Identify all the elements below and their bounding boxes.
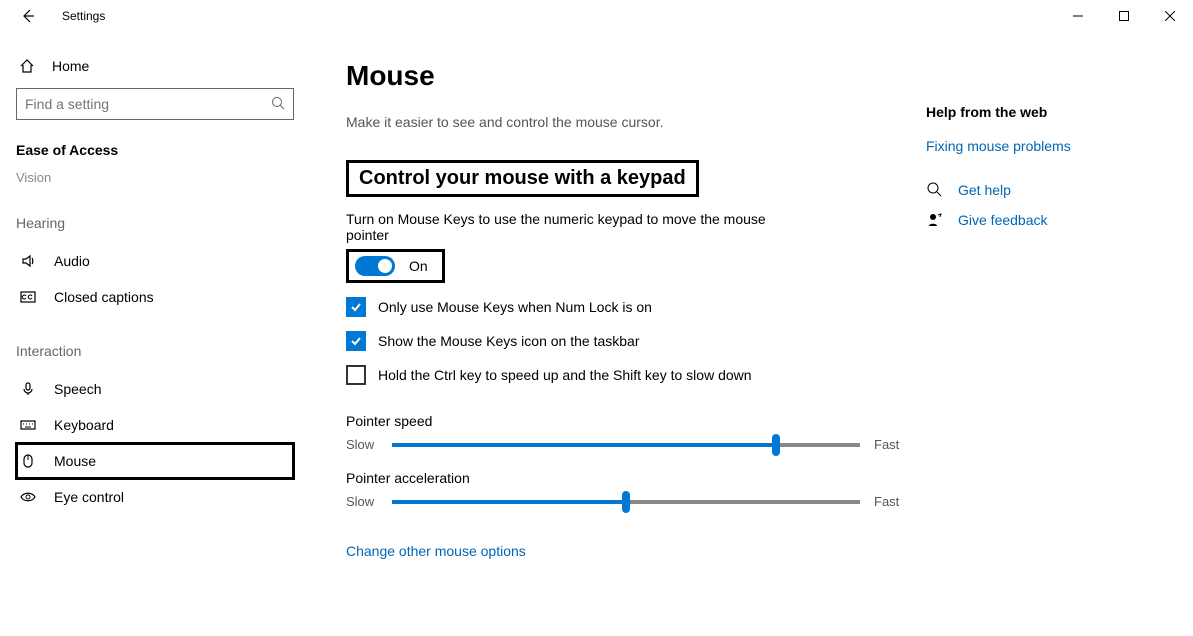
section-header: Control your mouse with a keypad xyxy=(346,160,699,197)
slider-thumb[interactable] xyxy=(622,491,630,513)
home-icon xyxy=(18,58,36,74)
keyboard-icon xyxy=(18,417,38,433)
minimize-button[interactable] xyxy=(1055,0,1101,32)
main-content: Mouse Make it easier to see and control … xyxy=(346,60,906,636)
checkbox-label: Show the Mouse Keys icon on the taskbar xyxy=(378,333,639,349)
slider-label-accel: Pointer acceleration xyxy=(346,470,906,486)
window-controls xyxy=(1055,0,1193,32)
sidebar-item-label: Audio xyxy=(54,253,90,269)
toggle-state: On xyxy=(409,258,428,274)
sidebar-item-keyboard[interactable]: Keyboard xyxy=(16,407,294,443)
eye-icon xyxy=(18,489,38,505)
back-button[interactable] xyxy=(18,6,38,26)
sidebar-item-speech[interactable]: Speech xyxy=(16,371,294,407)
search-icon xyxy=(271,96,285,113)
titlebar: Settings xyxy=(0,0,1193,32)
maximize-button[interactable] xyxy=(1101,0,1147,32)
search-box[interactable] xyxy=(16,88,294,120)
sidebar-home-label: Home xyxy=(52,58,89,74)
slider-thumb[interactable] xyxy=(772,434,780,456)
give-feedback-link[interactable]: Give feedback xyxy=(958,212,1048,228)
mouse-icon xyxy=(18,453,38,469)
page-description: Make it easier to see and control the mo… xyxy=(346,114,906,130)
slider-speed[interactable]: Slow Fast xyxy=(346,437,906,452)
sidebar-section-hearing: Hearing xyxy=(16,215,294,231)
help-title: Help from the web xyxy=(926,104,1071,120)
sidebar-item-label: Closed captions xyxy=(54,289,154,305)
sidebar-item-label: Keyboard xyxy=(54,417,114,433)
slider-low: Slow xyxy=(346,494,378,509)
help-icon xyxy=(926,182,944,198)
audio-icon xyxy=(18,253,38,269)
window-title: Settings xyxy=(62,9,105,23)
slider-label-speed: Pointer speed xyxy=(346,413,906,429)
slider-track[interactable] xyxy=(392,443,860,447)
mouse-keys-toggle-frame: On xyxy=(346,249,445,283)
slider-high: Fast xyxy=(874,437,906,452)
right-column: Help from the web Fixing mouse problems … xyxy=(906,60,1071,636)
sidebar-item-mouse[interactable]: Mouse xyxy=(16,443,294,479)
checkbox-icon[interactable] xyxy=(346,297,366,317)
sidebar-vision-cut: Vision xyxy=(16,166,294,203)
checkbox-icon[interactable] xyxy=(346,331,366,351)
get-help-link[interactable]: Get help xyxy=(958,182,1011,198)
sidebar-item-label: Speech xyxy=(54,381,101,397)
search-input[interactable] xyxy=(25,96,271,112)
sidebar-item-eye-control[interactable]: Eye control xyxy=(16,479,294,515)
close-button[interactable] xyxy=(1147,0,1193,32)
sidebar-section-interaction: Interaction xyxy=(16,343,294,359)
other-options-link[interactable]: Change other mouse options xyxy=(346,543,526,559)
checkbox-taskbar-icon[interactable]: Show the Mouse Keys icon on the taskbar xyxy=(346,331,906,351)
slider-acceleration[interactable]: Slow Fast xyxy=(346,494,906,509)
sidebar-item-label: Mouse xyxy=(54,453,96,469)
sidebar-item-audio[interactable]: Audio xyxy=(16,243,294,279)
mic-icon xyxy=(18,381,38,397)
checkbox-label: Hold the Ctrl key to speed up and the Sh… xyxy=(378,367,752,383)
sidebar-home[interactable]: Home xyxy=(16,50,294,88)
slider-low: Slow xyxy=(346,437,378,452)
slider-track[interactable] xyxy=(392,500,860,504)
sidebar-category: Ease of Access xyxy=(16,142,294,158)
mouse-keys-toggle[interactable] xyxy=(355,256,395,276)
sidebar-item-closed-captions[interactable]: Closed captions xyxy=(16,279,294,315)
checkbox-numlock[interactable]: Only use Mouse Keys when Num Lock is on xyxy=(346,297,906,317)
page-title: Mouse xyxy=(346,60,906,92)
checkbox-label: Only use Mouse Keys when Num Lock is on xyxy=(378,299,652,315)
cc-icon xyxy=(18,289,38,305)
checkbox-ctrl-shift[interactable]: Hold the Ctrl key to speed up and the Sh… xyxy=(346,365,906,385)
toggle-description: Turn on Mouse Keys to use the numeric ke… xyxy=(346,211,776,243)
checkbox-icon[interactable] xyxy=(346,365,366,385)
slider-high: Fast xyxy=(874,494,906,509)
sidebar: Home Ease of Access Vision Hearing Audio… xyxy=(0,32,310,636)
sidebar-item-label: Eye control xyxy=(54,489,124,505)
help-link-fixing[interactable]: Fixing mouse problems xyxy=(926,138,1071,154)
feedback-icon xyxy=(926,212,944,228)
